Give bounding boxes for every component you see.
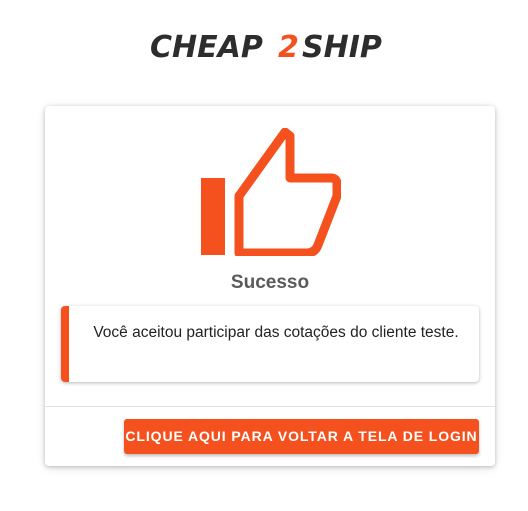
logo-text-left: CHEAP [150, 30, 263, 62]
message-text: Você aceitou participar das cotações do … [93, 324, 459, 341]
logo-text-right: SHIP [302, 30, 382, 62]
status-title: Sucesso [230, 272, 310, 293]
result-card: Sucesso Você aceitou participar das cota… [45, 106, 495, 466]
card-divider [45, 406, 495, 407]
message-box: Você aceitou participar das cotações do … [61, 306, 479, 382]
thumbs-up-icon [201, 127, 342, 258]
success-page: CHEAP 2 SHIP Sucesso Você aceitou partic… [0, 0, 528, 511]
cheap2ship-logo: CHEAP 2 SHIP [150, 30, 390, 62]
logo-text-mid: 2 [278, 30, 299, 62]
back-to-login-button[interactable]: CLIQUE AQUI PARA VOLTAR A TELA DE LOGIN [124, 419, 479, 454]
message-accent-bar [61, 306, 69, 382]
